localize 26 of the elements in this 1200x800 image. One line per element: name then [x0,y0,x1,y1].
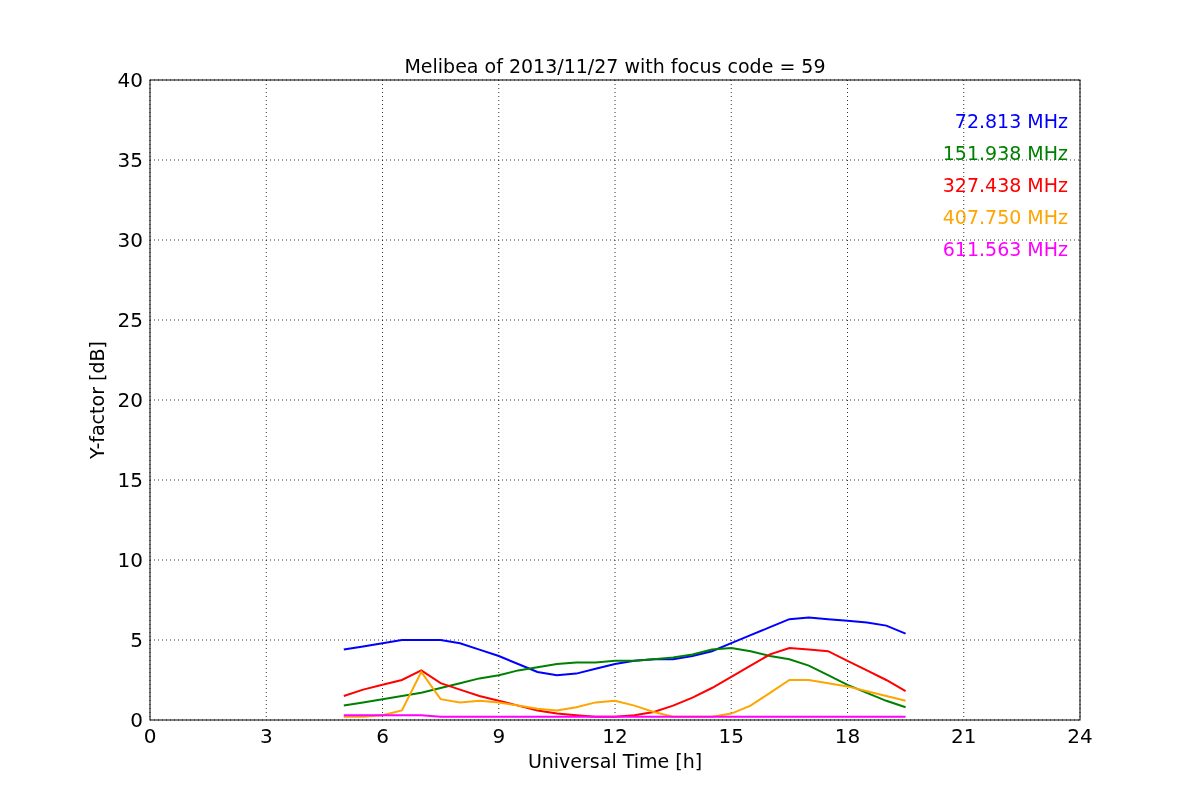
x-tick-label: 12 [602,724,628,748]
y-tick-label: 5 [130,628,143,652]
legend-label: 407.750 MHz [942,206,1068,228]
legend-label: 151.938 MHz [942,142,1068,164]
x-tick-label: 6 [376,724,389,748]
x-tick-label: 21 [951,724,977,748]
y-axis-label: Y-factor [dB] [86,341,108,459]
x-tick-label: 0 [143,724,157,748]
y-tick-label: 0 [130,708,143,732]
x-axis-label: Universal Time [h] [527,750,703,772]
x-tick-label: 18 [834,724,861,748]
x-tick-label: 24 [1067,724,1093,748]
y-tick-label: 20 [117,388,143,412]
x-tick-label: 3 [259,724,273,748]
y-tick-label: 10 [117,548,143,572]
y-tick-label: 40 [117,68,143,92]
x-tick-label: 15 [718,724,744,748]
y-tick-label: 30 [117,228,143,252]
legend-label: 72.813 MHz [954,110,1068,132]
y-tick-label: 35 [117,148,143,172]
y-tick-label: 15 [117,468,143,492]
y-tick-label: 25 [117,308,143,332]
chart-title: Melibea of 2013/11/27 with focus code = 59 [404,55,826,77]
legend-label: 327.438 MHz [942,174,1068,196]
x-tick-label: 9 [492,724,506,748]
legend-label: 611.563 MHz [942,238,1068,260]
